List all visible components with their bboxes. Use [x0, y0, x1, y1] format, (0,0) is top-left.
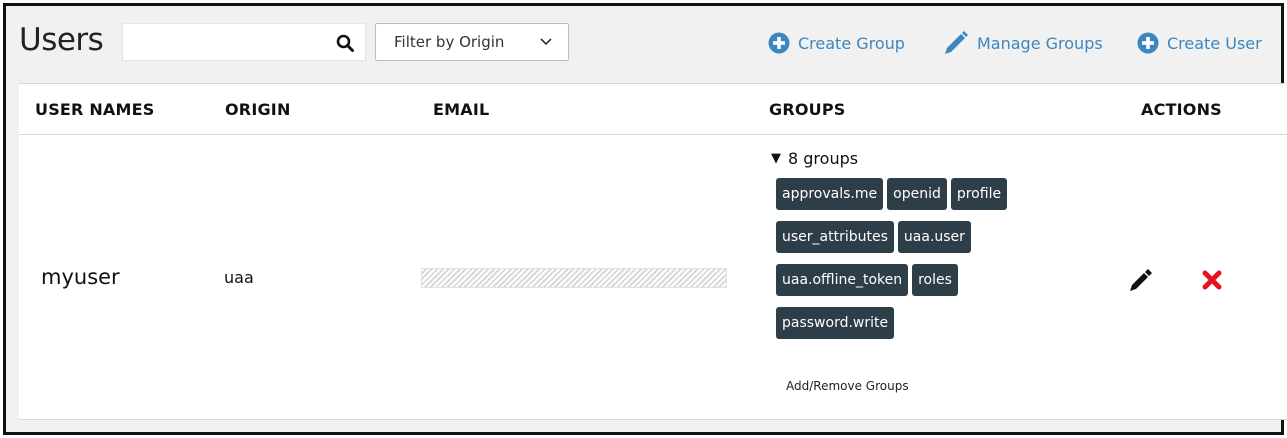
column-header-actions: ACTIONS — [1141, 100, 1222, 119]
manage-groups-label: Manage Groups — [977, 33, 1103, 53]
search-box — [122, 23, 366, 61]
column-header-user-names: USER NAMES — [35, 100, 155, 119]
origin-cell: uaa — [224, 268, 254, 287]
column-header-email: EMAIL — [433, 100, 490, 119]
column-header-groups: GROUPS — [769, 100, 846, 119]
page-title: Users — [19, 22, 104, 58]
add-remove-groups-link[interactable]: Add/Remove Groups — [786, 379, 909, 393]
create-user-label: Create User — [1167, 33, 1262, 53]
table-header: USER NAMES ORIGIN EMAIL GROUPS ACTIONS — [19, 83, 1287, 135]
group-tag: password.write — [776, 307, 895, 339]
group-tag: roles — [912, 264, 958, 296]
group-tag: user_attributes — [776, 221, 894, 253]
group-tag: approvals.me — [776, 178, 884, 210]
search-input[interactable] — [123, 24, 323, 60]
pencil-icon[interactable] — [1128, 267, 1154, 293]
group-tag: uaa.offline_token — [776, 264, 909, 296]
chevron-down-icon — [540, 38, 552, 46]
plus-circle-icon — [768, 32, 790, 54]
group-tag: uaa.user — [897, 221, 971, 253]
user-name-cell: myuser — [41, 265, 120, 289]
groups-toggle[interactable]: ▼ 8 groups — [771, 149, 858, 168]
create-group-label: Create Group — [798, 33, 905, 53]
email-redacted — [421, 268, 727, 288]
create-user-link[interactable]: Create User — [1137, 30, 1262, 56]
column-header-origin: ORIGIN — [225, 100, 291, 119]
search-icon[interactable] — [336, 34, 354, 52]
filter-by-origin-select[interactable]: Filter by Origin — [375, 23, 569, 61]
filter-label: Filter by Origin — [394, 33, 505, 51]
group-tag: profile — [950, 178, 1008, 210]
create-group-link[interactable]: Create Group — [768, 30, 905, 56]
users-panel: Users Filter by Origin Create Group Mana… — [3, 3, 1287, 435]
manage-groups-link[interactable]: Manage Groups — [941, 30, 1103, 56]
group-tag-line: uaa.offline_token roles — [776, 264, 1076, 298]
groups-count: 8 groups — [788, 149, 859, 168]
pencil-icon — [945, 31, 968, 54]
plus-circle-icon — [1137, 32, 1159, 54]
group-tag: openid — [887, 178, 947, 210]
table-row: myuser uaa ▼ 8 groups approvals.me openi… — [19, 135, 1287, 420]
group-tags: approvals.me openid profile user_attribu… — [776, 178, 1076, 350]
users-table: USER NAMES ORIGIN EMAIL GROUPS ACTIONS m… — [19, 83, 1287, 420]
group-tag-line: password.write — [776, 307, 1076, 341]
users-header: Users Filter by Origin Create Group Mana… — [6, 6, 1281, 86]
group-tag-line: user_attributes uaa.user — [776, 221, 1076, 255]
group-tag-line: approvals.me openid profile — [776, 178, 1076, 212]
triangle-down-icon: ▼ — [771, 151, 781, 166]
delete-x-icon[interactable] — [1201, 269, 1223, 291]
